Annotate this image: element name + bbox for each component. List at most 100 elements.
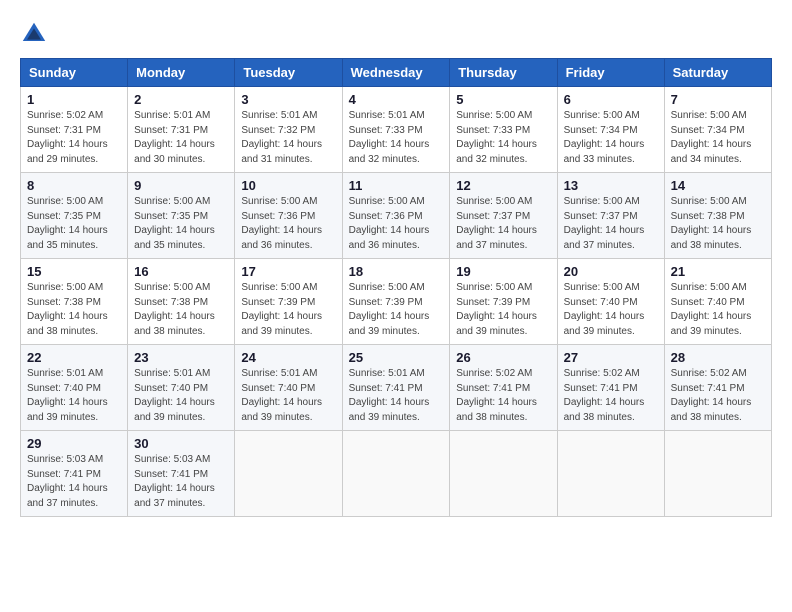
day-number: 13 [564,178,658,193]
calendar-day-cell: 8 Sunrise: 5:00 AMSunset: 7:35 PMDayligh… [21,173,128,259]
calendar-day-cell: 17 Sunrise: 5:00 AMSunset: 7:39 PMDaylig… [235,259,342,345]
day-number: 6 [564,92,658,107]
calendar-day-cell: 7 Sunrise: 5:00 AMSunset: 7:34 PMDayligh… [664,87,771,173]
day-info: Sunrise: 5:00 AMSunset: 7:38 PMDaylight:… [671,196,752,251]
logo-icon [20,20,48,48]
calendar-day-cell: 21 Sunrise: 5:00 AMSunset: 7:40 PMDaylig… [664,259,771,345]
day-info: Sunrise: 5:03 AMSunset: 7:41 PMDaylight:… [134,454,215,509]
calendar-day-cell: 30 Sunrise: 5:03 AMSunset: 7:41 PMDaylig… [128,431,235,517]
page-header [20,20,772,48]
day-info: Sunrise: 5:02 AMSunset: 7:41 PMDaylight:… [671,368,752,423]
calendar-day-cell [557,431,664,517]
day-info: Sunrise: 5:00 AMSunset: 7:34 PMDaylight:… [564,110,645,165]
day-number: 8 [27,178,121,193]
day-info: Sunrise: 5:00 AMSunset: 7:40 PMDaylight:… [564,282,645,337]
day-info: Sunrise: 5:00 AMSunset: 7:39 PMDaylight:… [456,282,537,337]
calendar-day-cell: 15 Sunrise: 5:00 AMSunset: 7:38 PMDaylig… [21,259,128,345]
calendar-day-cell [342,431,450,517]
day-number: 27 [564,350,658,365]
day-number: 7 [671,92,765,107]
calendar-week-row: 15 Sunrise: 5:00 AMSunset: 7:38 PMDaylig… [21,259,772,345]
day-number: 28 [671,350,765,365]
weekday-header: Thursday [450,59,557,87]
day-number: 23 [134,350,228,365]
weekday-header: Tuesday [235,59,342,87]
weekday-header: Monday [128,59,235,87]
calendar-day-cell: 27 Sunrise: 5:02 AMSunset: 7:41 PMDaylig… [557,345,664,431]
calendar-week-row: 29 Sunrise: 5:03 AMSunset: 7:41 PMDaylig… [21,431,772,517]
day-info: Sunrise: 5:01 AMSunset: 7:32 PMDaylight:… [241,110,322,165]
calendar-day-cell: 23 Sunrise: 5:01 AMSunset: 7:40 PMDaylig… [128,345,235,431]
day-info: Sunrise: 5:01 AMSunset: 7:40 PMDaylight:… [134,368,215,423]
day-info: Sunrise: 5:01 AMSunset: 7:31 PMDaylight:… [134,110,215,165]
day-number: 18 [349,264,444,279]
day-number: 20 [564,264,658,279]
day-number: 5 [456,92,550,107]
day-info: Sunrise: 5:01 AMSunset: 7:40 PMDaylight:… [241,368,322,423]
day-number: 26 [456,350,550,365]
day-number: 21 [671,264,765,279]
calendar-day-cell: 12 Sunrise: 5:00 AMSunset: 7:37 PMDaylig… [450,173,557,259]
weekday-header: Friday [557,59,664,87]
day-info: Sunrise: 5:02 AMSunset: 7:31 PMDaylight:… [27,110,108,165]
calendar-day-cell: 9 Sunrise: 5:00 AMSunset: 7:35 PMDayligh… [128,173,235,259]
day-info: Sunrise: 5:01 AMSunset: 7:41 PMDaylight:… [349,368,430,423]
day-number: 19 [456,264,550,279]
calendar-day-cell: 25 Sunrise: 5:01 AMSunset: 7:41 PMDaylig… [342,345,450,431]
day-number: 24 [241,350,335,365]
calendar-day-cell: 22 Sunrise: 5:01 AMSunset: 7:40 PMDaylig… [21,345,128,431]
logo [20,20,52,48]
day-info: Sunrise: 5:00 AMSunset: 7:35 PMDaylight:… [27,196,108,251]
day-info: Sunrise: 5:01 AMSunset: 7:33 PMDaylight:… [349,110,430,165]
calendar-day-cell: 3 Sunrise: 5:01 AMSunset: 7:32 PMDayligh… [235,87,342,173]
day-number: 17 [241,264,335,279]
calendar-day-cell: 1 Sunrise: 5:02 AMSunset: 7:31 PMDayligh… [21,87,128,173]
day-info: Sunrise: 5:00 AMSunset: 7:36 PMDaylight:… [349,196,430,251]
day-number: 29 [27,436,121,451]
weekday-header: Sunday [21,59,128,87]
day-number: 16 [134,264,228,279]
calendar-day-cell: 2 Sunrise: 5:01 AMSunset: 7:31 PMDayligh… [128,87,235,173]
day-number: 1 [27,92,121,107]
day-info: Sunrise: 5:00 AMSunset: 7:39 PMDaylight:… [241,282,322,337]
day-number: 9 [134,178,228,193]
calendar-day-cell [450,431,557,517]
weekday-header-row: SundayMondayTuesdayWednesdayThursdayFrid… [21,59,772,87]
day-info: Sunrise: 5:03 AMSunset: 7:41 PMDaylight:… [27,454,108,509]
day-number: 25 [349,350,444,365]
day-info: Sunrise: 5:00 AMSunset: 7:38 PMDaylight:… [27,282,108,337]
day-info: Sunrise: 5:00 AMSunset: 7:35 PMDaylight:… [134,196,215,251]
calendar-day-cell: 29 Sunrise: 5:03 AMSunset: 7:41 PMDaylig… [21,431,128,517]
day-info: Sunrise: 5:00 AMSunset: 7:37 PMDaylight:… [456,196,537,251]
calendar-day-cell: 18 Sunrise: 5:00 AMSunset: 7:39 PMDaylig… [342,259,450,345]
day-number: 3 [241,92,335,107]
day-info: Sunrise: 5:00 AMSunset: 7:37 PMDaylight:… [564,196,645,251]
calendar-day-cell: 4 Sunrise: 5:01 AMSunset: 7:33 PMDayligh… [342,87,450,173]
calendar-day-cell: 26 Sunrise: 5:02 AMSunset: 7:41 PMDaylig… [450,345,557,431]
weekday-header: Wednesday [342,59,450,87]
day-info: Sunrise: 5:02 AMSunset: 7:41 PMDaylight:… [564,368,645,423]
calendar-day-cell: 6 Sunrise: 5:00 AMSunset: 7:34 PMDayligh… [557,87,664,173]
calendar-week-row: 8 Sunrise: 5:00 AMSunset: 7:35 PMDayligh… [21,173,772,259]
day-info: Sunrise: 5:02 AMSunset: 7:41 PMDaylight:… [456,368,537,423]
day-info: Sunrise: 5:00 AMSunset: 7:36 PMDaylight:… [241,196,322,251]
day-info: Sunrise: 5:00 AMSunset: 7:34 PMDaylight:… [671,110,752,165]
calendar-day-cell: 5 Sunrise: 5:00 AMSunset: 7:33 PMDayligh… [450,87,557,173]
day-number: 30 [134,436,228,451]
day-info: Sunrise: 5:00 AMSunset: 7:40 PMDaylight:… [671,282,752,337]
calendar-day-cell: 24 Sunrise: 5:01 AMSunset: 7:40 PMDaylig… [235,345,342,431]
day-number: 10 [241,178,335,193]
day-number: 15 [27,264,121,279]
calendar-day-cell: 28 Sunrise: 5:02 AMSunset: 7:41 PMDaylig… [664,345,771,431]
calendar-day-cell: 16 Sunrise: 5:00 AMSunset: 7:38 PMDaylig… [128,259,235,345]
calendar-day-cell: 14 Sunrise: 5:00 AMSunset: 7:38 PMDaylig… [664,173,771,259]
day-info: Sunrise: 5:01 AMSunset: 7:40 PMDaylight:… [27,368,108,423]
calendar-week-row: 22 Sunrise: 5:01 AMSunset: 7:40 PMDaylig… [21,345,772,431]
day-info: Sunrise: 5:00 AMSunset: 7:38 PMDaylight:… [134,282,215,337]
calendar-day-cell: 13 Sunrise: 5:00 AMSunset: 7:37 PMDaylig… [557,173,664,259]
day-number: 14 [671,178,765,193]
calendar-table: SundayMondayTuesdayWednesdayThursdayFrid… [20,58,772,517]
calendar-day-cell [235,431,342,517]
day-number: 12 [456,178,550,193]
day-number: 2 [134,92,228,107]
